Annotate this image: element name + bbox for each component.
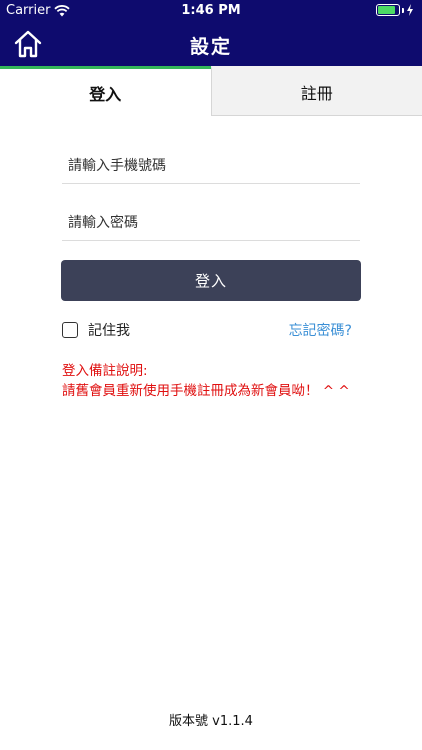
version-label: 版本號 v1.1.4 [169,714,253,729]
remember-me[interactable]: 記住我 [62,320,130,340]
battery-tip [402,7,404,13]
status-bar: Carrier 1:46 PM [0,0,422,22]
phone-input[interactable] [62,148,360,184]
battery-body [376,4,400,16]
tab-register-label: 註冊 [300,84,333,103]
tab-register[interactable]: 註冊 [210,66,422,116]
battery-icon [376,4,414,16]
login-note: 登入備註說明: 請舊會員重新使用手機註冊成為新會員呦！ ^ ^ [62,361,362,401]
page-title: 設定 [189,36,232,58]
forgot-password-link[interactable]: 忘記密碼? [289,320,352,340]
battery-fill [378,6,395,14]
tab-login[interactable]: 登入 [0,66,211,116]
password-input[interactable] [62,205,360,241]
tab-login-label: 登入 [89,84,122,104]
clock: 1:46 PM [181,3,241,18]
auth-tabs: 登入 註冊 [0,66,422,116]
charging-bolt-icon [407,4,413,16]
login-note-heading: 登入備註說明: [62,363,148,379]
navigation-bar: 設定 [0,22,422,66]
login-button[interactable]: 登入 [61,260,361,301]
remember-checkbox[interactable] [62,322,78,338]
remember-label: 記住我 [88,323,130,339]
login-note-body: 請舊會員重新使用手機註冊成為新會員呦！ ^ ^ [62,383,350,399]
